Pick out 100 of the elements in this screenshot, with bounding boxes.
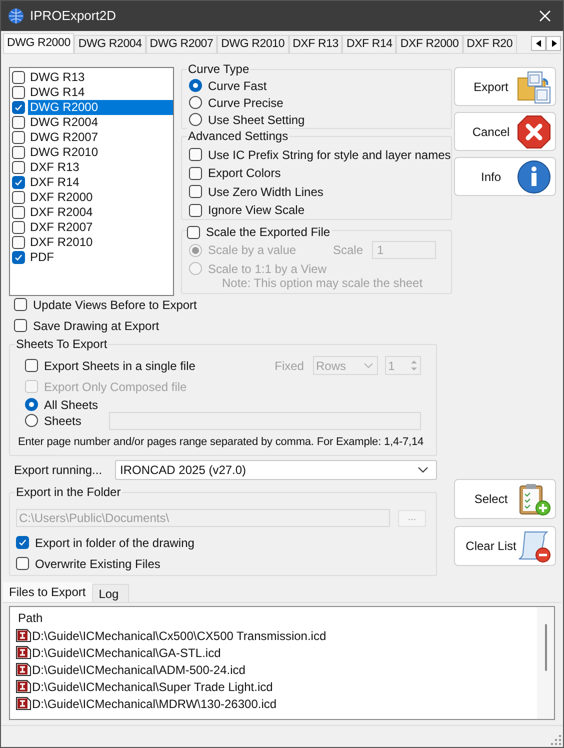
- file-icon: [16, 697, 31, 710]
- column-header: Path: [17, 610, 43, 627]
- checkbox-label: Scale the Exported File: [206, 224, 330, 241]
- checkbox[interactable]: [16, 536, 29, 549]
- note-text: Note: This option may scale the sheet: [222, 276, 424, 290]
- format-list-item[interactable]: DWG R2007: [28, 130, 173, 145]
- checkbox[interactable]: [189, 166, 202, 180]
- scrollbar[interactable]: [537, 607, 554, 719]
- field-label: Fixed: [274, 358, 304, 374]
- check-icon: [14, 103, 23, 112]
- checkbox[interactable]: [12, 71, 25, 84]
- format-tab[interactable]: DXF R2000: [396, 35, 463, 53]
- radio-button[interactable]: [189, 96, 202, 109]
- format-tab[interactable]: DXF R20: [462, 35, 517, 53]
- checkbox[interactable]: [12, 221, 25, 234]
- format-tab[interactable]: DWG R2004: [74, 35, 146, 53]
- checkbox[interactable]: [12, 131, 25, 144]
- chevron-down-icon: [364, 363, 374, 368]
- checkbox[interactable]: [189, 204, 202, 216]
- radio-label: All Sheets: [44, 396, 98, 414]
- sheets-field[interactable]: [108, 412, 421, 430]
- format-tab[interactable]: DXF R13: [288, 35, 342, 53]
- action-button[interactable]: Clear List: [454, 526, 556, 566]
- format-tab[interactable]: DXF R14: [342, 35, 396, 53]
- checkbox[interactable]: [12, 86, 25, 99]
- checkbox-label: Export Colors: [208, 165, 281, 182]
- action-button[interactable]: Cancel: [454, 112, 556, 151]
- checkbox[interactable]: [12, 251, 25, 264]
- info-icon: [517, 160, 551, 194]
- radio-label: Sheets: [44, 412, 82, 430]
- checkbox[interactable]: [12, 236, 25, 249]
- checkbox[interactable]: [14, 298, 27, 311]
- folder-drawings-icon: [517, 70, 551, 104]
- action-button[interactable]: Select: [454, 479, 556, 519]
- checkbox[interactable]: [189, 148, 202, 161]
- checkbox[interactable]: [16, 557, 29, 570]
- format-list-item[interactable]: DWG R13: [28, 70, 173, 85]
- format-list-item[interactable]: DXF R14: [28, 175, 173, 190]
- checkbox-label: Update Views Before to Export: [33, 296, 197, 314]
- scroll-remove-icon: [517, 529, 551, 563]
- format-tab[interactable]: DWG R2010: [217, 35, 289, 53]
- checkbox[interactable]: [12, 146, 25, 159]
- field-label: Export running...: [14, 462, 104, 479]
- format-list-item[interactable]: DXF R2010: [28, 235, 173, 250]
- checkbox[interactable]: [12, 161, 25, 174]
- format-list-item[interactable]: DXF R2000: [28, 190, 173, 205]
- resize-grip-icon[interactable]: [551, 735, 561, 745]
- radio-label: Curve Precise: [208, 94, 284, 112]
- checkbox[interactable]: [12, 191, 25, 204]
- radio-label: Use Sheet Setting: [208, 112, 305, 128]
- panel-tab[interactable]: Files to Export: [3, 582, 92, 602]
- window-title: IPROExport2D: [30, 7, 116, 26]
- format-list-item[interactable]: DWG R2004: [28, 115, 173, 130]
- format-list-item[interactable]: DWG R2010: [28, 145, 173, 160]
- check-icon: [18, 538, 27, 547]
- close-icon[interactable]: [539, 10, 551, 22]
- format-list-item[interactable]: DXF R13: [28, 160, 173, 175]
- checkbox-label: Export in folder of the drawing: [35, 534, 194, 552]
- checkbox[interactable]: [14, 319, 27, 332]
- format-list-item[interactable]: PDF: [28, 250, 173, 265]
- file-path[interactable]: D:\Guide\ICMechanical\GA-STL.icd: [32, 644, 221, 662]
- file-path[interactable]: D:\Guide\ICMechanical\ADM-500-24.icd: [32, 660, 246, 678]
- action-button[interactable]: Info: [454, 157, 556, 196]
- checkbox[interactable]: [12, 116, 25, 129]
- field-label: Scale: [333, 242, 364, 259]
- radio-button[interactable]: [189, 79, 202, 92]
- format-tab[interactable]: DWG R2007: [146, 35, 218, 53]
- scroll-left-icon[interactable]: [531, 36, 546, 51]
- radio-label: Curve Fast: [208, 78, 267, 94]
- panel-tab[interactable]: Log: [92, 584, 129, 602]
- chevron-down-icon: [418, 467, 428, 473]
- format-list-item[interactable]: DWG R14: [28, 85, 173, 100]
- radio-button[interactable]: [189, 113, 202, 126]
- radio-button[interactable]: [25, 398, 38, 411]
- checkbox-label: Export Sheets in a single file: [44, 358, 196, 374]
- version-dropdown[interactable]: IRONCAD 2025 (v27.0): [115, 460, 437, 480]
- check-icon: [14, 253, 23, 262]
- format-tab[interactable]: DWG R2000: [3, 33, 74, 53]
- radio-button[interactable]: [25, 414, 38, 427]
- checkbox[interactable]: [12, 101, 25, 114]
- group-title: Export in the Folder: [15, 484, 122, 500]
- scroll-right-icon[interactable]: [546, 36, 561, 51]
- checkbox-label: Use IC Prefix String for style and layer names: [208, 146, 451, 164]
- action-button[interactable]: Export: [454, 67, 556, 106]
- checkbox[interactable]: [187, 226, 200, 238]
- file-path[interactable]: D:\Guide\ICMechanical\Super Trade Light.icd: [32, 678, 273, 696]
- format-list-item[interactable]: DXF R2007: [28, 220, 173, 235]
- file-icon: [16, 680, 31, 693]
- checkbox[interactable]: [189, 185, 202, 198]
- file-path[interactable]: D:\Guide\ICMechanical\Cx500\CX500 Transmission.icd: [32, 626, 326, 644]
- checkbox[interactable]: [12, 176, 25, 189]
- file-path[interactable]: D:\Guide\ICMechanical\MDRW\130-26300.icd: [32, 694, 277, 712]
- checkbox[interactable]: [12, 206, 25, 219]
- format-list-item[interactable]: DWG R2000: [28, 100, 173, 115]
- hint-text: Enter page number and/or pages range separated by comma. For Example: 1,4-7,14: [18, 435, 424, 450]
- checkbox-label: Ignore View Scale: [208, 202, 305, 219]
- format-list-item[interactable]: DXF R2004: [28, 205, 173, 220]
- file-icon: [16, 646, 31, 659]
- clipboard-add-icon: [517, 482, 551, 516]
- checkbox[interactable]: [25, 359, 38, 372]
